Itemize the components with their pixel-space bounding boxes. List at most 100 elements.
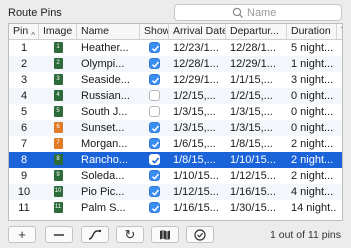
show-checkbox[interactable] [149,186,160,197]
table-row[interactable]: 9 9 Soleda... 1/10/15... 1/12/15... 2 night..… [9,168,342,184]
pin-number-cell: 5 [20,106,28,118]
arrival-date-cell: 12/29/1... [173,74,219,86]
route-curve-button[interactable] [81,226,109,243]
plus-button[interactable]: + [8,226,36,243]
column-header-label: Pin [13,25,29,37]
pins-table[interactable]: Pin ^ Image Name Show Arrival Date Departur...… [8,23,343,221]
pin-name-cell: Morgan... [81,138,128,150]
checkmark-icon [151,125,160,132]
pin-number-cell: 11 [18,202,30,214]
show-checkbox[interactable] [149,202,160,213]
search-field[interactable] [174,4,342,21]
pin-marker-icon: 5 [53,106,63,117]
table-row[interactable]: 8 8 Rancho... 1/8/15,... 1/10/15... 2 night..… [9,152,342,168]
arrival-date-cell: 1/6/15,... [173,138,216,150]
column-header-label: Show [144,25,169,37]
table-row[interactable]: 11 11 Palm S... 1/16/15... 1/30/15... 14 nigh… [9,200,342,216]
col-image-header[interactable]: Image [39,24,77,39]
show-checkbox[interactable] [149,42,160,53]
checkmark-icon [151,157,160,164]
show-checkbox[interactable] [149,170,160,181]
col-departure-header[interactable]: Departur... [226,24,287,39]
departure-date-cell: 1/10/15... [230,154,276,166]
duration-cell: 3 night... [291,74,334,86]
table-row[interactable]: 7 7 Morgan... 1/6/15,... 1/8/15,... 2 night..… [9,136,342,152]
map-icon [160,229,170,240]
departure-date-cell: 12/29/1... [230,58,276,70]
pin-number-cell: 1 [20,42,28,54]
arrival-date-cell: 1/3/15,... [173,122,216,134]
checkmark-icon [151,77,160,84]
pin-name-cell: Seaside... [81,74,130,86]
col-te-header[interactable]: Te [337,24,342,39]
duration-cell: 1 night... [291,58,334,70]
pin-image-cell: 5 [39,104,77,120]
table-row[interactable]: 4 4 Russian... 1/2/15,... 1/2/15,... 0 night.… [9,88,342,104]
route-curve-icon [88,229,102,240]
pin-marker-icon: 9 [53,170,63,181]
column-header-label: Image [43,25,73,37]
pin-marker-icon: 4 [53,90,63,101]
duration-cell: 2 night... [291,154,334,166]
column-header-label: Departur... [230,25,280,37]
duration-cell: 0 night... [291,90,334,102]
show-checkbox[interactable] [149,106,160,117]
pin-name-cell: Soleda... [81,170,125,182]
table-row[interactable]: 3 3 Seaside... 12/29/1... 1/1/15,... 3 night.… [9,72,342,88]
pin-number-cell: 8 [20,154,28,166]
col-show-header[interactable]: Show [140,24,169,39]
table-row[interactable]: 6 6 Sunset... 1/3/15,... 1/3/15,... 0 night..… [9,120,342,136]
arrival-date-cell: 12/28/1... [173,58,219,70]
col-pin-header[interactable]: Pin ^ [9,24,39,39]
pin-number-cell: 4 [20,90,28,102]
pin-name-cell: Heather... [81,42,129,54]
check-circle-button[interactable] [186,226,214,243]
checkmark-icon [151,205,160,212]
table-row[interactable]: 10 10 Pio Pic... 1/12/15... 1/16/15... 4 nigh… [9,184,342,200]
departure-date-cell: 1/3/15,... [230,106,273,118]
arrival-date-cell: 1/10/15... [173,170,219,182]
plus-icon: + [18,227,26,242]
show-checkbox[interactable] [149,58,160,69]
arrival-date-cell: 1/8/15,... [173,154,216,166]
table-row[interactable]: 5 5 South J... 1/3/15,... 1/3/15,... 0 night.… [9,104,342,120]
departure-date-cell: 1/1/15,... [230,74,273,86]
checkmark-icon [151,189,160,196]
pin-name-cell: Rancho... [81,154,129,166]
pin-image-cell: 9 [39,168,77,184]
checkmark-icon [151,61,160,68]
minus-button[interactable] [45,226,73,243]
table-row[interactable]: 1 1 Heather... 12/23/1... 12/28/1... 5 night.… [9,40,342,56]
pin-image-cell: 6 [39,120,77,136]
pin-marker-icon: 1 [53,42,63,53]
show-checkbox[interactable] [149,74,160,85]
col-arrival-date-header[interactable]: Arrival Date [169,24,226,39]
duration-cell: 0 night... [291,106,334,118]
show-checkbox[interactable] [149,154,160,165]
pin-marker-icon: 8 [53,154,63,165]
pin-marker-icon: 6 [53,122,63,133]
show-checkbox[interactable] [149,122,160,133]
pin-name-cell: Palm S... [81,202,126,214]
pin-marker-icon: 11 [53,202,63,213]
pin-count-status: 1 out of 11 pins [269,229,341,241]
arrival-date-cell: 1/2/15,... [173,90,216,102]
refresh-button[interactable]: ↻ [116,226,144,243]
show-checkbox[interactable] [149,90,160,101]
table-row[interactable]: 2 2 Olympi... 12/28/1... 12/29/1... 1 night..… [9,56,342,72]
duration-cell: 5 night... [291,42,334,54]
col-name-header[interactable]: Name [77,24,140,39]
pin-number-cell: 9 [20,170,28,182]
map-button[interactable] [151,226,179,243]
checkmark-icon [151,45,160,52]
departure-date-cell: 1/2/15,... [230,90,273,102]
search-input[interactable] [247,5,337,20]
pin-number-cell: 10 [17,186,31,198]
duration-cell: 2 night... [291,138,334,150]
col-duration-header[interactable]: Duration [287,24,337,39]
show-checkbox[interactable] [149,138,160,149]
pin-marker-icon: 3 [53,74,63,85]
arrival-date-cell: 1/16/15... [173,202,219,214]
departure-date-cell: 1/12/15... [230,170,276,182]
duration-cell: 4 night... [291,186,334,198]
